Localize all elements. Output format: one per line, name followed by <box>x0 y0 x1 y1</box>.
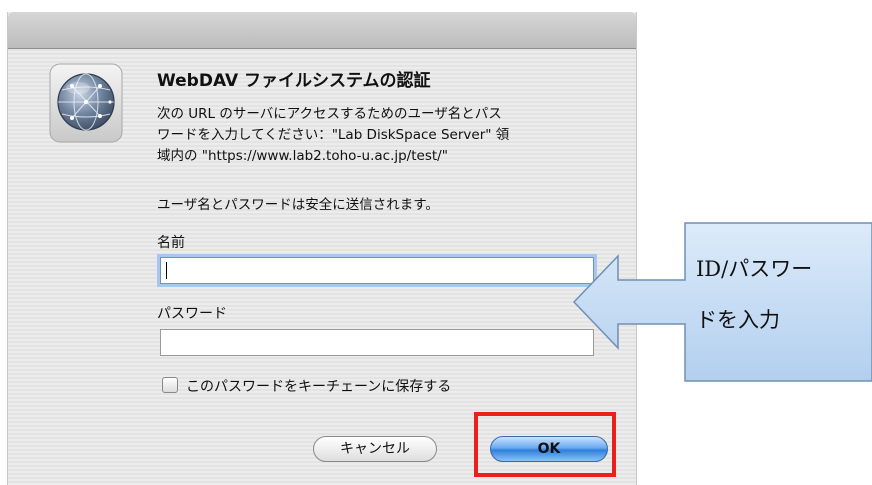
dialog-title: WebDAV ファイルシステムの認証 <box>157 71 431 91</box>
message-line: 域内の "https://www.lab2.toho-u.ac.jp/test/… <box>157 148 448 164</box>
security-note: ユーザ名とパスワードは安全に送信されます。 <box>157 197 439 213</box>
callout-text: ID/パスワー ドを入力 <box>696 244 868 346</box>
name-field[interactable] <box>160 257 594 284</box>
password-field[interactable] <box>160 329 594 356</box>
password-label: パスワード <box>157 306 227 322</box>
name-label: 名前 <box>157 235 185 251</box>
message-line: ワードを入力してください："Lab DiskSpace Server" 領 <box>157 127 510 143</box>
callout-line: ドを入力 <box>696 308 780 332</box>
text-caret <box>166 262 167 279</box>
window-titlebar[interactable] <box>8 12 636 49</box>
message-line: 次の URL のサーバにアクセスするためのユーザ名とパス <box>157 106 502 122</box>
keychain-checkbox-label[interactable]: このパスワードをキーチェーンに保存する <box>186 376 451 396</box>
ok-button-highlight <box>474 412 616 477</box>
cancel-button[interactable]: キャンセル <box>313 436 437 462</box>
dialog-message: 次の URL のサーバにアクセスするためのユーザ名とパス ワードを入力してくださ… <box>157 104 587 167</box>
callout-line: ID/パスワー <box>696 257 813 281</box>
network-globe-icon <box>49 63 123 143</box>
keychain-checkbox[interactable] <box>162 377 178 393</box>
